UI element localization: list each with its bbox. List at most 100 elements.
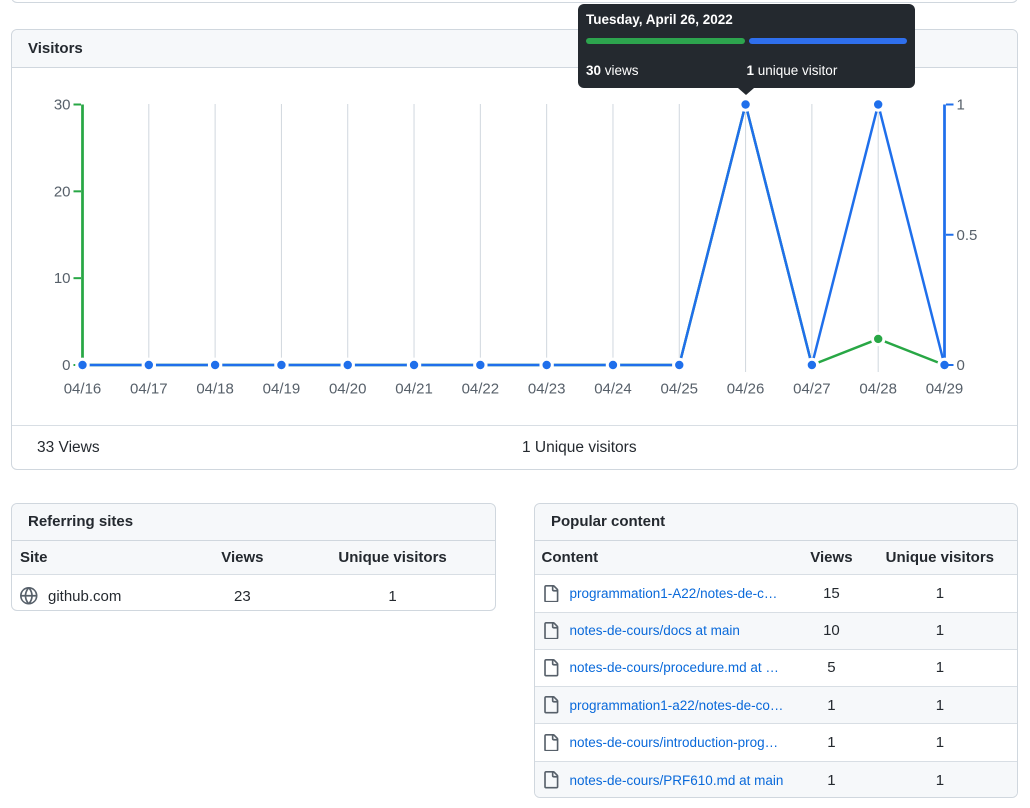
- views-cell: 1: [827, 771, 836, 789]
- chart-tooltip: Tuesday, April 26, 2022 30 views 1 uniqu…: [578, 4, 915, 95]
- x-axis-label: 04/16: [64, 381, 102, 398]
- views-progress-bar: [586, 37, 745, 44]
- content-link[interactable]: programmation1-A22/notes-de-c…: [570, 586, 778, 601]
- x-axis-label: 04/20: [329, 381, 367, 398]
- x-axis-label: 04/29: [926, 381, 964, 398]
- file-icon: [543, 733, 558, 752]
- file-icon: [543, 659, 558, 677]
- total-views-summary: 33 Views: [37, 438, 100, 456]
- unique-visitors-cell: 1: [935, 771, 945, 789]
- views-column-header: Views: [810, 548, 853, 566]
- referring-sites-table: Site Views Unique visitors github.com 23 1: [12, 540, 495, 610]
- popular-content-header: Popular content: [535, 504, 1017, 541]
- visitors-card-footer: 33 Views 1 Unique visitors: [12, 425, 1017, 469]
- popular-content-row: notes-de-cours/docs at main 10 1: [535, 612, 1017, 650]
- tooltip-date: Tuesday, April 26, 2022: [586, 12, 733, 27]
- previous-card-bottom-edge: [11, 0, 1018, 3]
- x-axis-label: 04/17: [130, 381, 168, 398]
- x-axis-label: 04/24: [594, 381, 632, 398]
- site-name: github.com: [48, 587, 122, 605]
- right-axis-tick-label: 0.5: [957, 227, 978, 244]
- right-axis-tick-label: 1: [957, 97, 965, 114]
- file-icon: [543, 584, 558, 603]
- content-cell: notes-de-cours/PRF610.md at main: [535, 771, 786, 789]
- unique-visitors-cell: 1: [935, 622, 945, 640]
- unique-visitors-point: [675, 360, 684, 370]
- popular-content-row: programmation1-A22/notes-de-c… 15 1: [535, 575, 1017, 613]
- popular-content-row: notes-de-cours/procedure.md at … 5 1: [535, 650, 1017, 688]
- views-cell: 1: [827, 733, 836, 751]
- content-link[interactable]: notes-de-cours/procedure.md at …: [570, 660, 779, 675]
- traffic-line-chart[interactable]: 0 10 20 30 0 0.5 1 04/16 04/17 04/18 04/19 04/20 04/…: [12, 68, 1017, 425]
- views-cell: 23: [234, 587, 251, 605]
- content-link[interactable]: notes-de-cours/introduction-prog…: [570, 735, 779, 750]
- unique-visitors-point: [807, 360, 817, 370]
- popular-content-table-header: Content Views Unique visitors: [535, 540, 1017, 576]
- content-cell: notes-de-cours/introduction-prog…: [535, 733, 786, 752]
- file-icon: [543, 621, 558, 640]
- unique-visitors-summary: 1 Unique visitors: [522, 438, 637, 456]
- views-cell: 1: [827, 696, 836, 714]
- tooltip-bars: [586, 37, 907, 44]
- unique-visitors-cell: 1: [388, 587, 397, 605]
- views-column-header: Views: [221, 548, 264, 566]
- file-icon: [543, 771, 558, 789]
- x-axis-label: 04/23: [528, 381, 566, 398]
- views-cell: 15: [823, 584, 840, 602]
- unique-visitors-column-header: Unique visitors: [885, 548, 995, 566]
- tooltip-labels: 30 views 1 unique visitor: [586, 62, 907, 79]
- content-link[interactable]: notes-de-cours/docs at main: [570, 623, 740, 638]
- content-link[interactable]: programmation1-a22/notes-de-co…: [570, 698, 784, 713]
- unique-visitors-cell: 1: [935, 584, 945, 602]
- popular-content-card: Popular content Content Views Unique vis…: [534, 503, 1018, 798]
- site-column-header: Site: [20, 548, 48, 566]
- unique-progress-bar: [748, 37, 907, 44]
- unique-visitors-cell: 1: [935, 733, 945, 751]
- views-cell: 5: [827, 659, 836, 677]
- content-column-header: Content: [541, 548, 599, 566]
- content-link[interactable]: notes-de-cours/PRF610.md at main: [570, 773, 784, 788]
- x-axis-label: 04/21: [395, 381, 433, 398]
- popular-content-row: notes-de-cours/introduction-prog… 1 1: [535, 724, 1017, 762]
- visitors-title: Visitors: [28, 40, 83, 57]
- unique-visitors-point: [277, 360, 286, 370]
- unique-visitors-point: [210, 360, 220, 370]
- x-axis-label: 04/26: [727, 381, 765, 398]
- referring-site-row: github.com 23 1: [12, 575, 495, 610]
- globe-icon: [20, 587, 38, 605]
- unique-visitors-cell: 1: [935, 659, 945, 677]
- tooltip-views-label: 30 views: [586, 63, 639, 78]
- referring-sites-title: Referring sites: [28, 513, 134, 531]
- left-axis-tick-label: 20: [54, 183, 71, 200]
- visitors-chart[interactable]: 0 10 20 30 0 0.5 1 04/16 04/17 04/18 04/19 04/20 04/…: [12, 68, 1017, 425]
- unique-visitors-point: [608, 360, 618, 370]
- unique-visitors-point: [741, 100, 750, 109]
- x-axis-label: 04/18: [196, 381, 234, 398]
- content-cell: notes-de-cours/docs at main: [535, 621, 786, 640]
- unique-visitors-cell: 1: [935, 696, 945, 714]
- unique-visitors-column-header: Unique visitors: [338, 548, 447, 566]
- views-point: [873, 334, 883, 344]
- unique-visitors-line: [81, 103, 946, 367]
- tooltip-unique-label: 1 unique visitor: [746, 63, 838, 78]
- referring-sites-header: Referring sites: [12, 504, 495, 541]
- content-cell: notes-de-cours/procedure.md at …: [535, 659, 786, 677]
- site-cell: github.com: [12, 587, 192, 605]
- left-axis-tick-label: 30: [54, 97, 71, 114]
- left-axis-tick-label: 10: [54, 270, 71, 287]
- x-axis-label: 04/28: [859, 381, 897, 398]
- file-icon: [543, 696, 558, 714]
- unique-visitors-point: [940, 360, 949, 370]
- right-axis-tick-label: 0: [957, 357, 965, 374]
- unique-visitors-point: [343, 360, 352, 370]
- unique-visitors-point: [542, 360, 551, 370]
- x-axis-label: 04/25: [660, 381, 698, 398]
- x-axis-label: 04/19: [263, 381, 301, 398]
- popular-content-row: notes-de-cours/PRF610.md at main 1 1: [535, 761, 1017, 797]
- x-axis-label: 04/22: [462, 381, 500, 398]
- popular-content-row: programmation1-a22/notes-de-co… 1 1: [535, 687, 1017, 725]
- unique-visitors-point: [476, 360, 485, 370]
- referring-sites-table-header: Site Views Unique visitors: [12, 540, 495, 576]
- unique-visitors-point: [144, 360, 154, 370]
- popular-content-table: Content Views Unique visitors programmat…: [535, 540, 1017, 797]
